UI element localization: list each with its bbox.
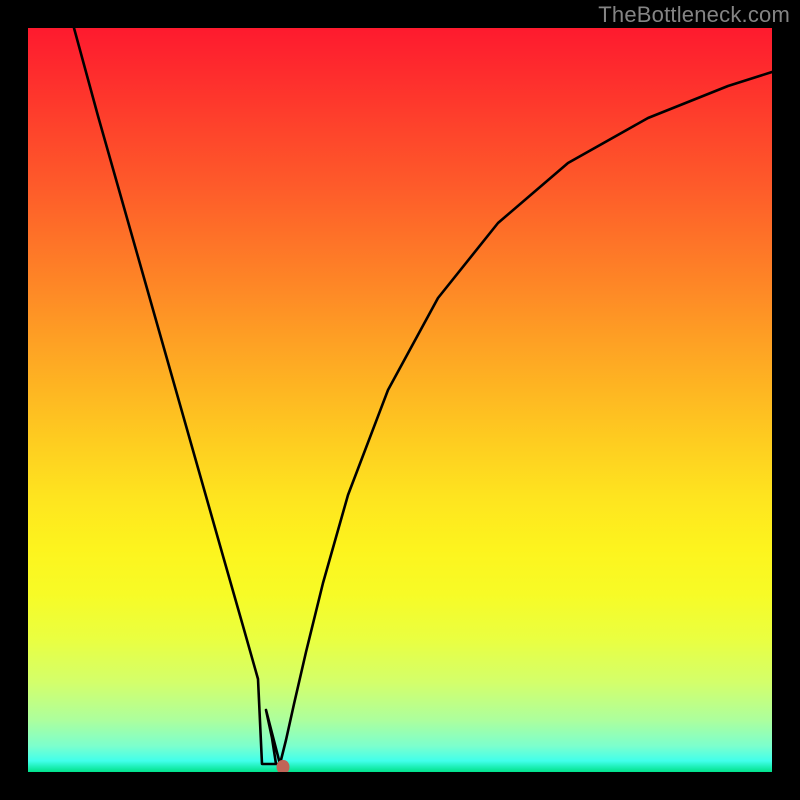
bottleneck-curve [28,28,772,772]
curve-path [74,28,772,764]
plot-area [28,28,772,772]
chart-frame: TheBottleneck.com [0,0,800,800]
watermark-text: TheBottleneck.com [598,2,790,28]
optimum-marker-dot [277,760,290,772]
